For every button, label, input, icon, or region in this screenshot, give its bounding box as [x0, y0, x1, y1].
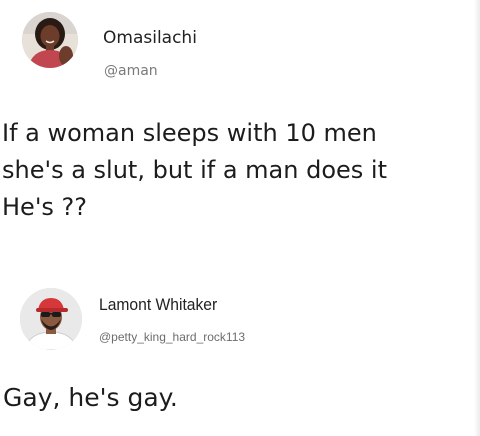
post-text-line: Gay, he's gay. [3, 383, 178, 412]
post-text: Gay, he's gay. [3, 379, 178, 416]
edge-shadow [474, 0, 480, 436]
avatar[interactable] [22, 12, 78, 68]
avatar[interactable] [20, 288, 82, 350]
author-handle[interactable]: @aman [104, 63, 158, 79]
author-name[interactable]: Lamont Whitaker [99, 295, 217, 315]
screenshot: Omasilachi @aman If a woman sleeps with … [0, 0, 480, 436]
post-text: If a woman sleeps with 10 men she's a sl… [2, 115, 387, 226]
author-name[interactable]: Omasilachi [103, 28, 197, 48]
user-photo-icon [20, 288, 82, 350]
user-photo-icon [22, 12, 78, 68]
author-handle[interactable]: @petty_king_hard_rock113 [99, 330, 245, 344]
post-text-line: she's a slut, but if a man does it [2, 156, 387, 184]
post-text-line: If a woman sleeps with 10 men [2, 119, 377, 147]
post-text-line: He's ?? [2, 193, 88, 221]
